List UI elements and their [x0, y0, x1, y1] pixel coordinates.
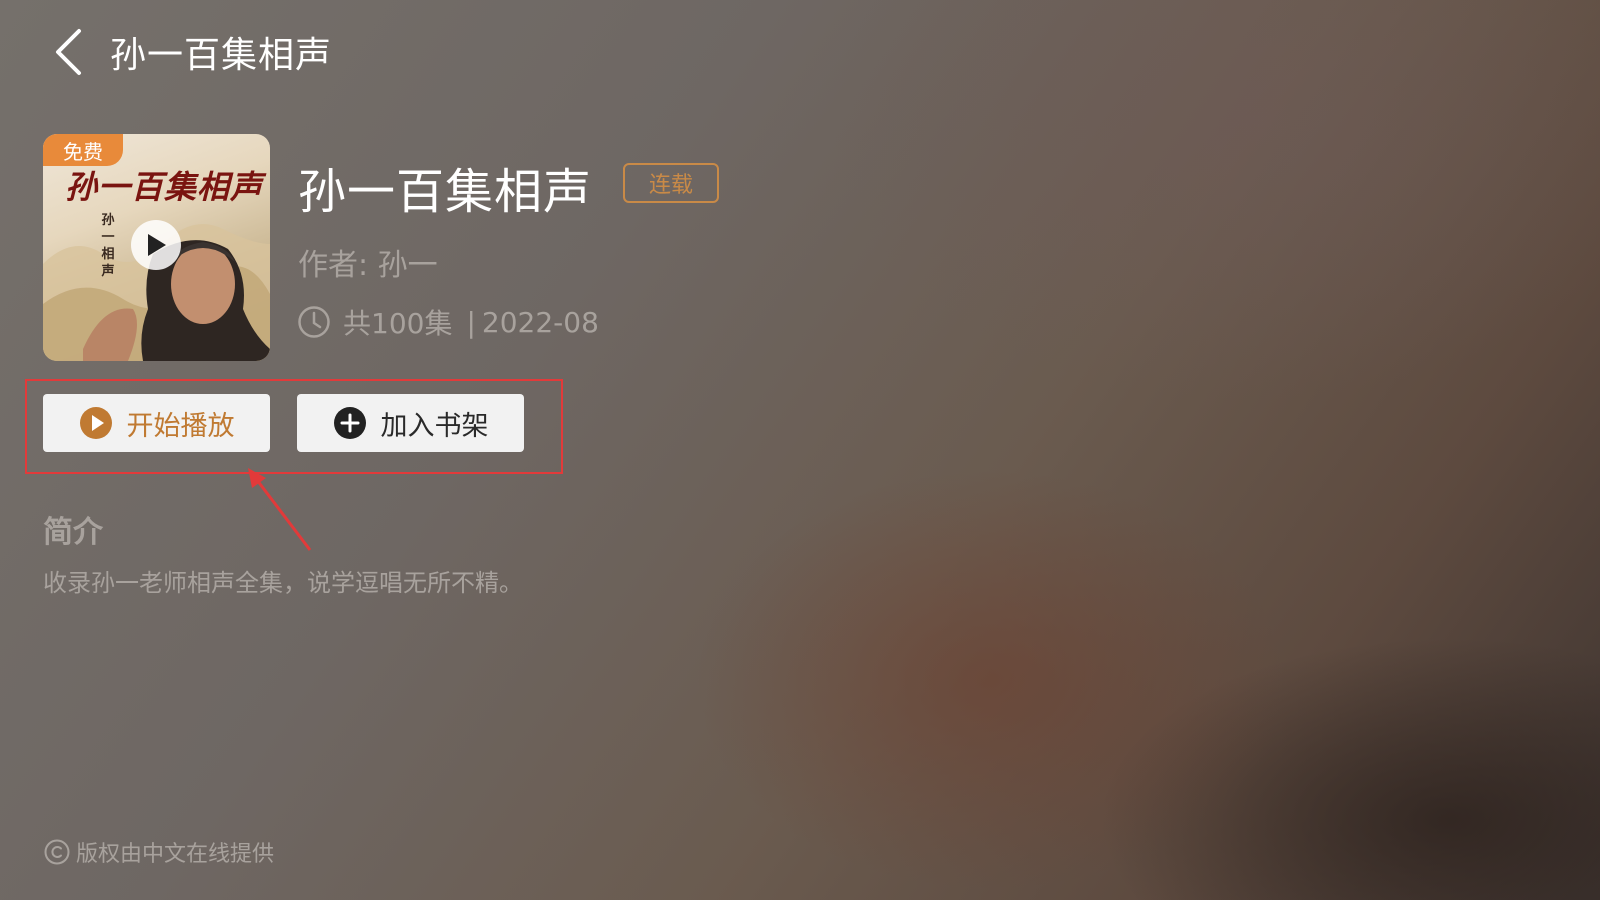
start-play-label: 开始播放: [126, 410, 235, 442]
book-title: 孙一百集相声: [298, 164, 593, 220]
copyright-icon: [44, 839, 70, 865]
clock-icon: [298, 306, 330, 338]
meta-separator: |: [466, 305, 476, 339]
add-to-shelf-label: 加入书架: [380, 410, 489, 442]
play-circle-icon: [79, 407, 112, 439]
add-to-shelf-button[interactable]: 加入书架: [297, 394, 524, 452]
copyright-text: 版权由中文在线提供: [76, 842, 275, 867]
plus-circle-icon: [333, 407, 366, 439]
cover-play-button[interactable]: [131, 220, 181, 270]
intro-heading: 简介: [43, 515, 103, 550]
cover-vertical-text: 孙一相声: [101, 213, 115, 279]
top-bar: 孙一百集相声: [48, 22, 332, 82]
chevron-left-icon: [56, 29, 81, 75]
play-icon: [148, 234, 166, 256]
status-badge: 连载: [623, 163, 719, 203]
episode-count: 共100集: [343, 307, 453, 340]
intro-text: 收录孙一老师相声全集，说学逗唱无所不精。: [43, 569, 523, 597]
start-play-button[interactable]: 开始播放: [43, 394, 270, 452]
annotation-arrow: [248, 468, 312, 551]
page-title: 孙一百集相声: [110, 35, 333, 76]
back-button[interactable]: [48, 24, 88, 80]
book-meta: 共100集 | 2022-08: [297, 302, 599, 342]
copyright-notice: 版权由中文在线提供: [44, 835, 274, 869]
cover-title: 孙一百集相声: [65, 168, 264, 206]
release-date: 2022-08: [481, 305, 599, 339]
book-cover[interactable]: 免费 孙一百集相声 孙一相声: [43, 134, 270, 361]
author-text: 作者: 孙一: [298, 248, 438, 283]
